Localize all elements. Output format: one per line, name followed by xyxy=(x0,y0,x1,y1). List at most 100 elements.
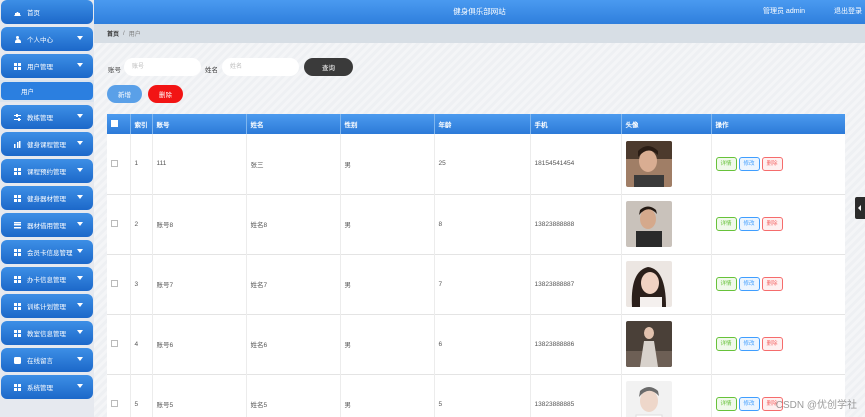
cell-age: 8 xyxy=(434,194,531,254)
chevron-down-icon xyxy=(77,276,83,280)
cell-age: 25 xyxy=(434,134,531,194)
chevron-down-icon xyxy=(77,249,83,253)
sidebar-item-equipment-management[interactable]: 健身器材管理 xyxy=(1,186,93,210)
cell-index: 4 xyxy=(130,314,153,374)
sidebar-item-coach-management[interactable]: 教练管理 xyxy=(1,105,93,129)
delete-row-button[interactable]: 删除 xyxy=(761,217,783,231)
name-label: 姓名 xyxy=(205,67,218,74)
row-checkbox[interactable] xyxy=(111,340,118,348)
sidebar-item-user-management[interactable]: 用户管理 xyxy=(1,54,93,78)
chevron-down-icon xyxy=(77,114,83,118)
edit-button[interactable]: 修改 xyxy=(738,156,760,171)
account-search-input[interactable] xyxy=(124,58,201,76)
avatar xyxy=(625,381,672,417)
cell-index: 5 xyxy=(130,374,153,417)
sidebar-item-personal-center[interactable]: 个人中心 xyxy=(1,27,93,51)
chevron-down-icon xyxy=(77,384,83,388)
select-all-checkbox[interactable] xyxy=(111,120,118,128)
delete-row-button[interactable]: 删除 xyxy=(761,337,783,351)
detail-button[interactable]: 详情 xyxy=(715,156,737,171)
cell-account: 账号8 xyxy=(152,194,247,254)
add-button[interactable]: 新增 xyxy=(107,85,142,103)
cell-account: 账号6 xyxy=(152,314,247,374)
chevron-down-icon xyxy=(77,36,83,40)
cell-age: 6 xyxy=(434,314,531,374)
sidebar-item-label: 办卡信息管理 xyxy=(27,277,66,284)
column-header: 年龄 xyxy=(434,114,531,134)
sidebar-item-card-application[interactable]: 办卡信息管理 xyxy=(1,267,93,291)
grid-icon xyxy=(14,248,21,256)
name-search-input[interactable] xyxy=(222,58,299,76)
detail-button[interactable]: 详情 xyxy=(715,337,737,351)
cell-name: 姓名6 xyxy=(246,314,341,374)
delete-row-button[interactable]: 删除 xyxy=(761,277,783,291)
batch-delete-button[interactable]: 删除 xyxy=(148,85,183,103)
detail-button[interactable]: 详情 xyxy=(715,397,737,411)
row-checkbox[interactable] xyxy=(111,400,118,408)
sliders-icon xyxy=(14,113,21,121)
cell-phone: 13823888887 xyxy=(530,254,622,314)
sidebar-item-course-management[interactable]: 健身课程管理 xyxy=(1,132,93,156)
sidebar-item-label: 教室信息管理 xyxy=(27,331,66,338)
sidebar-item-training-plan[interactable]: 训练计划管理 xyxy=(1,294,93,318)
collapse-panel-handle[interactable] xyxy=(855,197,865,219)
breadcrumb-current: 用户 xyxy=(128,32,141,38)
sidebar-item-system[interactable]: 系统管理 xyxy=(1,375,93,399)
sidebar-item-label: 首页 xyxy=(27,10,40,17)
sidebar-item-booking-management[interactable]: 课程预约管理 xyxy=(1,159,93,183)
row-checkbox[interactable] xyxy=(111,160,118,168)
edit-button[interactable]: 修改 xyxy=(738,277,760,291)
sidebar-item-equipment-borrow[interactable]: 器材借用管理 xyxy=(1,213,93,237)
delete-row-button[interactable]: 删除 xyxy=(761,156,783,171)
row-checkbox[interactable] xyxy=(111,220,118,228)
top-bar: 健身俱乐部网站 管理员 admin 退出登录 xyxy=(94,0,865,24)
grid-icon xyxy=(14,62,21,70)
home-icon xyxy=(14,9,21,16)
cell-gender: 男 xyxy=(340,254,435,314)
grid-icon xyxy=(14,329,21,337)
breadcrumb-home[interactable]: 首页 xyxy=(107,29,119,38)
sidebar-subitem-user[interactable]: 用户 xyxy=(1,82,93,100)
query-button[interactable]: 查询 xyxy=(304,58,353,76)
table-row: 1 111 张三 男 25 18154541454 详情 修改 删除 xyxy=(107,134,845,194)
edit-button[interactable]: 修改 xyxy=(738,397,760,411)
grid-icon xyxy=(14,302,21,310)
sidebar-item-label: 训练计划管理 xyxy=(27,304,66,311)
sidebar-item-label: 健身器材管理 xyxy=(27,196,66,203)
account-label: 账号 xyxy=(108,67,121,74)
sidebar-item-classroom[interactable]: 教室信息管理 xyxy=(1,321,93,345)
sidebar: 首页 个人中心 用户管理 用户 教练管理 健身课程管理 课程预约管理 健身器材管… xyxy=(0,0,94,417)
table-header-row: 索引 账号 姓名 性别 年龄 手机 头像 操作 xyxy=(107,114,845,134)
column-header: 姓名 xyxy=(246,114,341,134)
detail-button[interactable]: 详情 xyxy=(715,277,737,291)
sidebar-item-label: 健身课程管理 xyxy=(27,142,66,149)
detail-button[interactable]: 详情 xyxy=(715,217,737,231)
sidebar-item-label: 器材借用管理 xyxy=(27,223,66,230)
table-row: 5 账号5 姓名5 男 5 13823888885 详情 修改 删除 xyxy=(107,374,845,417)
user-icon xyxy=(14,35,21,43)
cell-phone: 13823888885 xyxy=(530,374,622,417)
cell-phone: 13823888886 xyxy=(530,314,622,374)
row-checkbox[interactable] xyxy=(111,280,118,288)
breadcrumb: 首页 / 用户 xyxy=(94,24,865,43)
edit-button[interactable]: 修改 xyxy=(738,217,760,231)
sidebar-item-home[interactable]: 首页 xyxy=(1,0,93,24)
cell-account: 账号7 xyxy=(152,254,247,314)
app-title: 健身俱乐部网站 xyxy=(453,7,506,16)
cell-name: 姓名5 xyxy=(246,374,341,417)
sidebar-item-label: 个人中心 xyxy=(27,37,53,44)
column-header: 索引 xyxy=(130,114,153,134)
chevron-down-icon xyxy=(77,63,83,67)
cell-index: 2 xyxy=(130,194,153,254)
edit-button[interactable]: 修改 xyxy=(738,337,760,351)
breadcrumb-separator: / xyxy=(123,30,125,37)
chevron-down-icon xyxy=(77,195,83,199)
logout-link[interactable]: 退出登录 xyxy=(834,0,862,24)
select-all-checkbox-cell[interactable] xyxy=(107,114,131,134)
sidebar-item-messages[interactable]: 在线留言 xyxy=(1,348,93,372)
column-header: 头像 xyxy=(621,114,712,134)
chevron-down-icon xyxy=(77,357,83,361)
cell-index: 3 xyxy=(130,254,153,314)
grid-icon xyxy=(14,167,21,175)
sidebar-item-membership-card[interactable]: 会员卡信息管理 xyxy=(1,240,93,264)
